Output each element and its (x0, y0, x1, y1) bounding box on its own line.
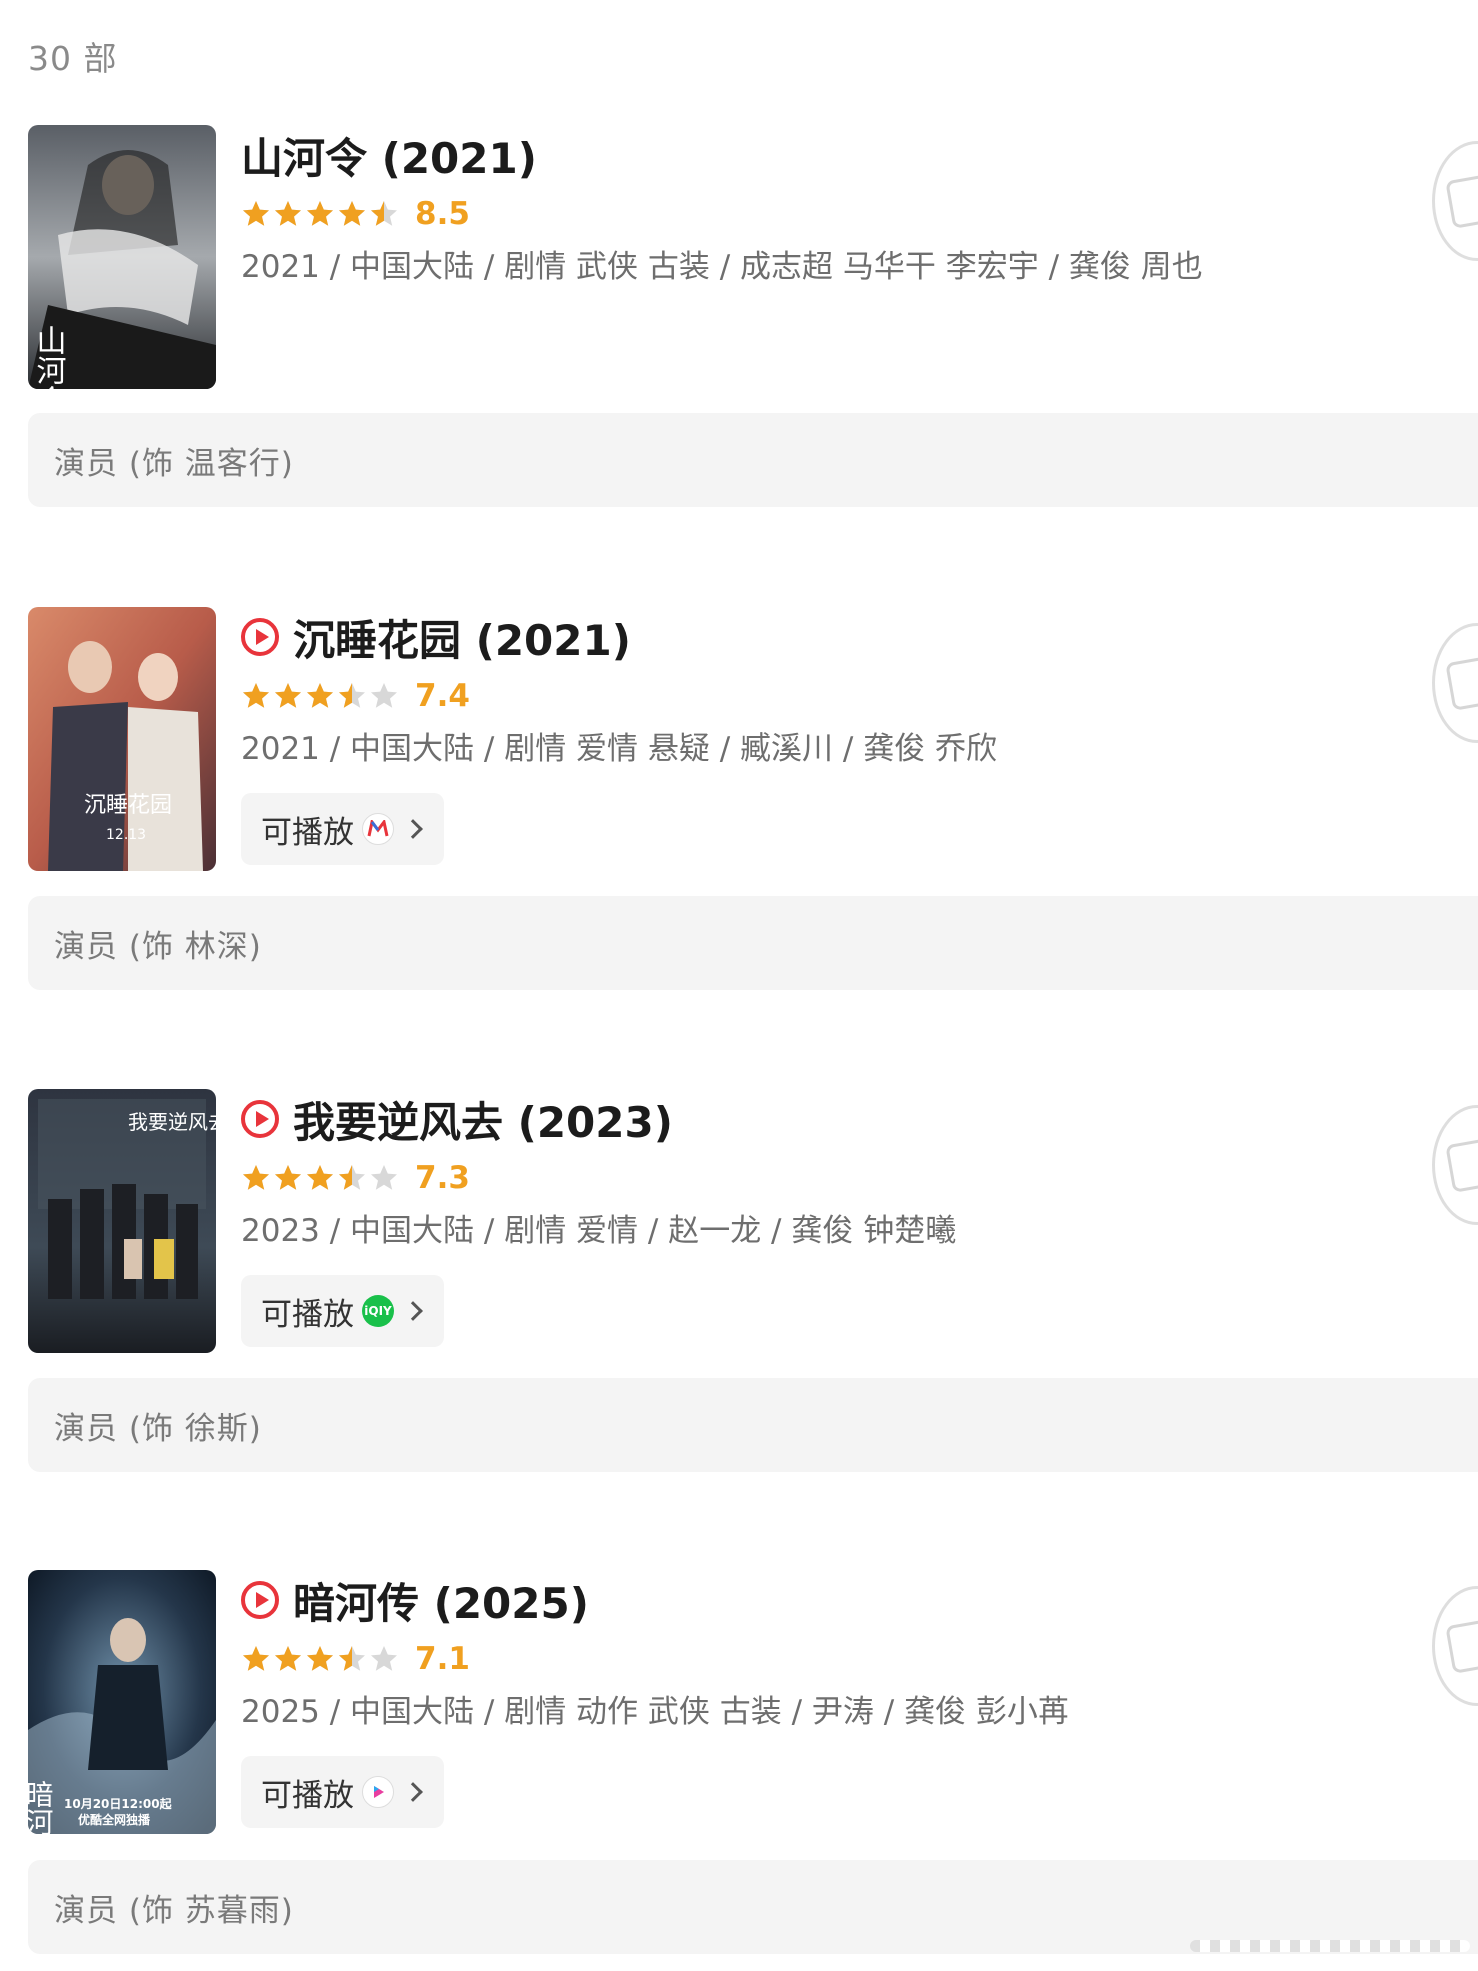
rating-stars (241, 681, 401, 711)
star-full-icon (305, 681, 335, 711)
rating-stars (241, 1644, 401, 1674)
rating-score: 7.3 (415, 1160, 470, 1196)
role-text: 演员 (饰 林深) (54, 928, 262, 965)
rating-score: 7.1 (415, 1641, 470, 1677)
chevron-right-icon (403, 1782, 423, 1802)
item-title[interactable]: 沉睡花园 (2021) (293, 607, 631, 668)
play-button-label: 可播放 (261, 1296, 354, 1333)
play-button-label: 可播放 (261, 1777, 354, 1814)
play-button[interactable]: 可播放 iQIY (241, 1275, 444, 1347)
rating-score: 7.4 (415, 678, 470, 714)
star-full-icon (273, 681, 303, 711)
star-full-icon (337, 199, 367, 229)
chevron-right-icon (403, 819, 423, 839)
star-full-icon (305, 1163, 335, 1193)
item-title[interactable]: 暗河传 (2025) (293, 1570, 589, 1631)
poster-image[interactable]: 暗河传 10月20日12:00起 优酷全网独播 (28, 1570, 216, 1834)
list-item-anhezhuan[interactable]: 暗河传 10月20日12:00起 优酷全网独播 暗河传 (2025) 7.1 2… (0, 1570, 1478, 1971)
role-bar: 演员 (饰 林深) (28, 896, 1478, 990)
list-item-woyaonifengqu[interactable]: 我要逆风去 我要逆风去 (2023) 7.3 2023 / 中国大陆 / 剧情 … (0, 1089, 1478, 1569)
item-meta: 2023 / 中国大陆 / 剧情 爱情 / 赵一龙 / 龚俊 钟楚曦 (241, 1213, 957, 1249)
role-bar: 演员 (饰 温客行) (28, 413, 1478, 507)
star-full-icon (305, 1644, 335, 1674)
rating-stars (241, 199, 401, 229)
poster-caption: 我要逆风去 (128, 1110, 216, 1134)
star-full-icon (273, 1163, 303, 1193)
item-meta: 2025 / 中国大陆 / 剧情 动作 武侠 古装 / 尹涛 / 龚俊 彭小苒 (241, 1694, 1069, 1730)
iqiyi-icon: iQIY (362, 1295, 394, 1327)
star-full-icon (241, 199, 271, 229)
star-full-icon (273, 199, 303, 229)
star-empty-icon (369, 1163, 399, 1193)
star-full-icon (273, 1644, 303, 1674)
youku-icon (362, 1776, 394, 1808)
star-full-icon (241, 681, 271, 711)
star-empty-icon (369, 1644, 399, 1674)
playable-icon (241, 1100, 279, 1138)
poster-image[interactable]: 沉睡花园 12.13 (28, 607, 216, 871)
home-indicator[interactable] (1190, 1940, 1470, 1952)
poster-image[interactable]: 山河令 (28, 125, 216, 389)
item-title[interactable]: 我要逆风去 (2023) (293, 1089, 673, 1150)
item-meta: 2021 / 中国大陆 / 剧情 爱情 悬疑 / 臧溪川 / 龚俊 乔欣 (241, 731, 998, 767)
poster-image[interactable]: 我要逆风去 (28, 1089, 216, 1353)
poster-date: 12.13 (106, 827, 146, 843)
star-empty-icon (369, 681, 399, 711)
playable-icon (241, 1581, 279, 1619)
role-text: 演员 (饰 徐斯) (54, 1410, 262, 1447)
star-half-icon (369, 199, 399, 229)
play-button[interactable]: 可播放 (241, 793, 444, 865)
poster-caption: 暗河传 (28, 1780, 55, 1834)
poster-caption: 沉睡花园 (84, 793, 172, 818)
role-text: 演员 (饰 温客行) (54, 445, 294, 482)
poster-date: 10月20日12:00起 (64, 1796, 173, 1811)
star-full-icon (241, 1644, 271, 1674)
play-button-label: 可播放 (261, 814, 354, 851)
result-count: 30 部 (28, 39, 118, 78)
poster-note: 优酷全网独播 (78, 1812, 151, 1827)
poster-caption: 山河令 (31, 325, 67, 389)
star-full-icon (305, 199, 335, 229)
list-item-chenshuihuayuan[interactable]: 沉睡花园 12.13 沉睡花园 (2021) 7.4 2021 / 中国大陆 /… (0, 607, 1478, 1087)
rating-score: 8.5 (415, 196, 470, 232)
item-meta: 2021 / 中国大陆 / 剧情 武侠 古装 / 成志超 马华干 李宏宇 / 龚… (241, 249, 1203, 285)
role-text: 演员 (饰 苏暮雨) (54, 1892, 294, 1929)
playable-icon (241, 618, 279, 656)
star-full-icon (241, 1163, 271, 1193)
rating-stars (241, 1163, 401, 1193)
item-title[interactable]: 山河令 (2021) (241, 125, 537, 186)
star-half-icon (337, 1644, 367, 1674)
star-half-icon (337, 1163, 367, 1193)
chevron-right-icon (403, 1301, 423, 1321)
play-button[interactable]: 可播放 (241, 1756, 444, 1828)
role-bar: 演员 (饰 徐斯) (28, 1378, 1478, 1472)
list-item-shanheling[interactable]: 山河令 山河令 (2021) 8.5 2021 / 中国大陆 / 剧情 武侠 古… (0, 125, 1478, 605)
star-half-icon (337, 681, 367, 711)
mango-tv-icon (362, 813, 394, 845)
